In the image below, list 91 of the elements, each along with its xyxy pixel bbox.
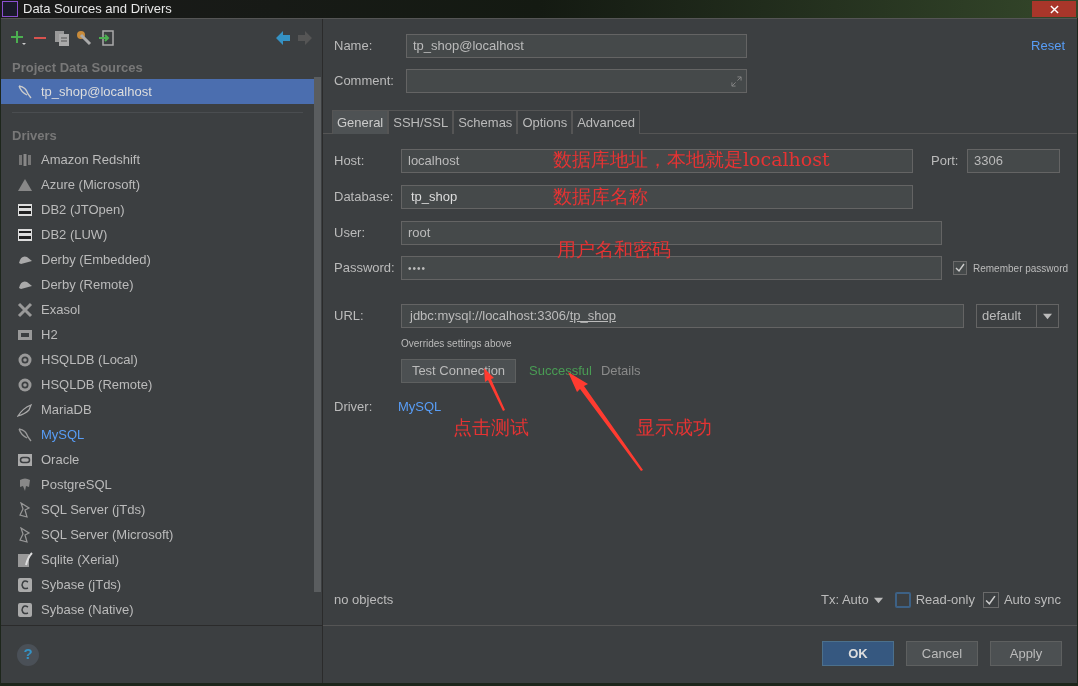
- dialog-button[interactable]: OK: [822, 641, 894, 666]
- tab[interactable]: SSH/SSL: [388, 110, 454, 134]
- driver-icon: [17, 301, 33, 318]
- driver-icon: [17, 451, 33, 468]
- section-header: Project Data Sources: [11, 59, 144, 78]
- driver-icon: [17, 551, 33, 568]
- sidebar-item[interactable]: DB2 (LUW): [1, 222, 314, 247]
- tab[interactable]: Options: [517, 110, 573, 134]
- tab[interactable]: General: [332, 110, 389, 134]
- driver-icon: [17, 151, 33, 168]
- status-text: Successful: [529, 361, 592, 380]
- wrench-icon[interactable]: [76, 30, 92, 46]
- checkbox[interactable]: [953, 261, 967, 275]
- copy-icon[interactable]: [54, 30, 70, 46]
- field-label: Comment:: [334, 72, 395, 91]
- test-connection-button[interactable]: Test Connection: [401, 358, 516, 383]
- sidebar-item[interactable]: Oracle: [1, 447, 314, 472]
- sidebar-item[interactable]: Exasol: [1, 297, 314, 322]
- driver-icon: [17, 401, 33, 418]
- sidebar-item[interactable]: MySQL: [1, 422, 314, 447]
- transaction-dropdown[interactable]: Tx: Auto: [820, 590, 883, 610]
- sidebar-item[interactable]: Derby (Remote): [1, 272, 314, 297]
- checkbox[interactable]: [894, 592, 911, 608]
- window-title: Data Sources and Drivers: [23, 0, 172, 19]
- field-label: User:: [334, 224, 367, 243]
- driver-icon: [17, 601, 33, 618]
- driver-icon: [17, 83, 33, 100]
- checkbox-label: Remember password: [973, 261, 1069, 276]
- object-count: no objects: [334, 591, 394, 610]
- sidebar-item[interactable]: DB2 (JTOpen): [1, 197, 314, 222]
- sidebar-item[interactable]: Derby (Embedded): [1, 247, 314, 272]
- sidebar-item[interactable]: H2: [1, 322, 314, 347]
- url-mode-dropdown[interactable]: default: [976, 304, 1059, 328]
- dialog-button[interactable]: Cancel: [906, 641, 978, 666]
- field-label: Host:: [334, 152, 366, 171]
- driver-icon: [17, 226, 33, 243]
- details-link[interactable]: Details: [600, 360, 641, 381]
- comment-field[interactable]: [406, 69, 747, 93]
- sidebar-item[interactable]: Sybase (jTds): [1, 572, 314, 597]
- annotation-text: 数据库名称: [553, 185, 648, 207]
- close-button[interactable]: [1032, 1, 1076, 17]
- sidebar-item[interactable]: SQL Server (jTds): [1, 497, 314, 522]
- back-arrow-icon[interactable]: [275, 30, 291, 46]
- field-label: Database:: [334, 188, 395, 207]
- driver-icon: [17, 201, 33, 218]
- driver-icon: [17, 476, 33, 493]
- driver-icon: [17, 376, 33, 393]
- driver-icon: [17, 576, 33, 593]
- dropdown-arrow-icon: [1043, 311, 1052, 321]
- field-label: Name:: [334, 37, 374, 56]
- tab[interactable]: Schemas: [453, 110, 518, 134]
- scrollbar[interactable]: [314, 77, 321, 592]
- add-icon[interactable]: [10, 30, 26, 46]
- driver-icon: [17, 351, 33, 368]
- field-label: Password:: [334, 259, 396, 278]
- input-field[interactable]: jdbc:mysql://localhost:3306/tp_shop: [401, 304, 964, 328]
- close-icon: [1049, 4, 1059, 14]
- sidebar-item[interactable]: SQL Server (Microsoft): [1, 522, 314, 547]
- sidebar-item[interactable]: tp_shop@localhost: [1, 79, 314, 104]
- sidebar-item[interactable]: Sybase (Native): [1, 597, 314, 622]
- field-label: URL:: [334, 307, 365, 326]
- driver-link[interactable]: MySQL: [398, 396, 442, 417]
- expand-icon[interactable]: [731, 75, 742, 87]
- dialog-button[interactable]: Apply: [990, 641, 1062, 666]
- sidebar-item[interactable]: HSQLDB (Remote): [1, 372, 314, 397]
- check-icon: [955, 263, 965, 273]
- checkbox-label: Read-only: [915, 591, 975, 610]
- reset-link[interactable]: Reset: [1031, 36, 1065, 56]
- sidebar-item[interactable]: MariaDB: [1, 397, 314, 422]
- checkbox[interactable]: [982, 592, 999, 608]
- sidebar-item[interactable]: HSQLDB (Local): [1, 347, 314, 372]
- driver-icon: [17, 426, 33, 443]
- sidebar-item[interactable]: Sqlite (Xerial): [1, 547, 314, 572]
- field-label: Port:: [931, 152, 960, 171]
- sidebar-item[interactable]: Azure (Microsoft): [1, 172, 314, 197]
- checkbox-label: Auto sync: [1003, 591, 1061, 610]
- field-label: Driver:: [334, 397, 374, 416]
- input-field[interactable]: tp_shop@localhost: [406, 34, 747, 58]
- annotation-text: 点击测试: [453, 416, 529, 438]
- sidebar-item[interactable]: Amazon Redshift: [1, 147, 314, 172]
- tab[interactable]: Advanced: [572, 110, 640, 134]
- check-icon: [985, 594, 997, 606]
- annotation-text: 数据库地址，本地就是localhost: [553, 148, 830, 170]
- dropdown-arrow-icon: [873, 595, 883, 605]
- import-icon[interactable]: [98, 30, 114, 46]
- hint-text: Overrides settings above: [401, 338, 512, 349]
- annotation-text: 显示成功: [636, 416, 712, 438]
- app-icon: [2, 1, 18, 17]
- sidebar-item[interactable]: PostgreSQL: [1, 472, 314, 497]
- section-header: Drivers: [11, 127, 58, 146]
- input-field[interactable]: 3306: [967, 149, 1060, 173]
